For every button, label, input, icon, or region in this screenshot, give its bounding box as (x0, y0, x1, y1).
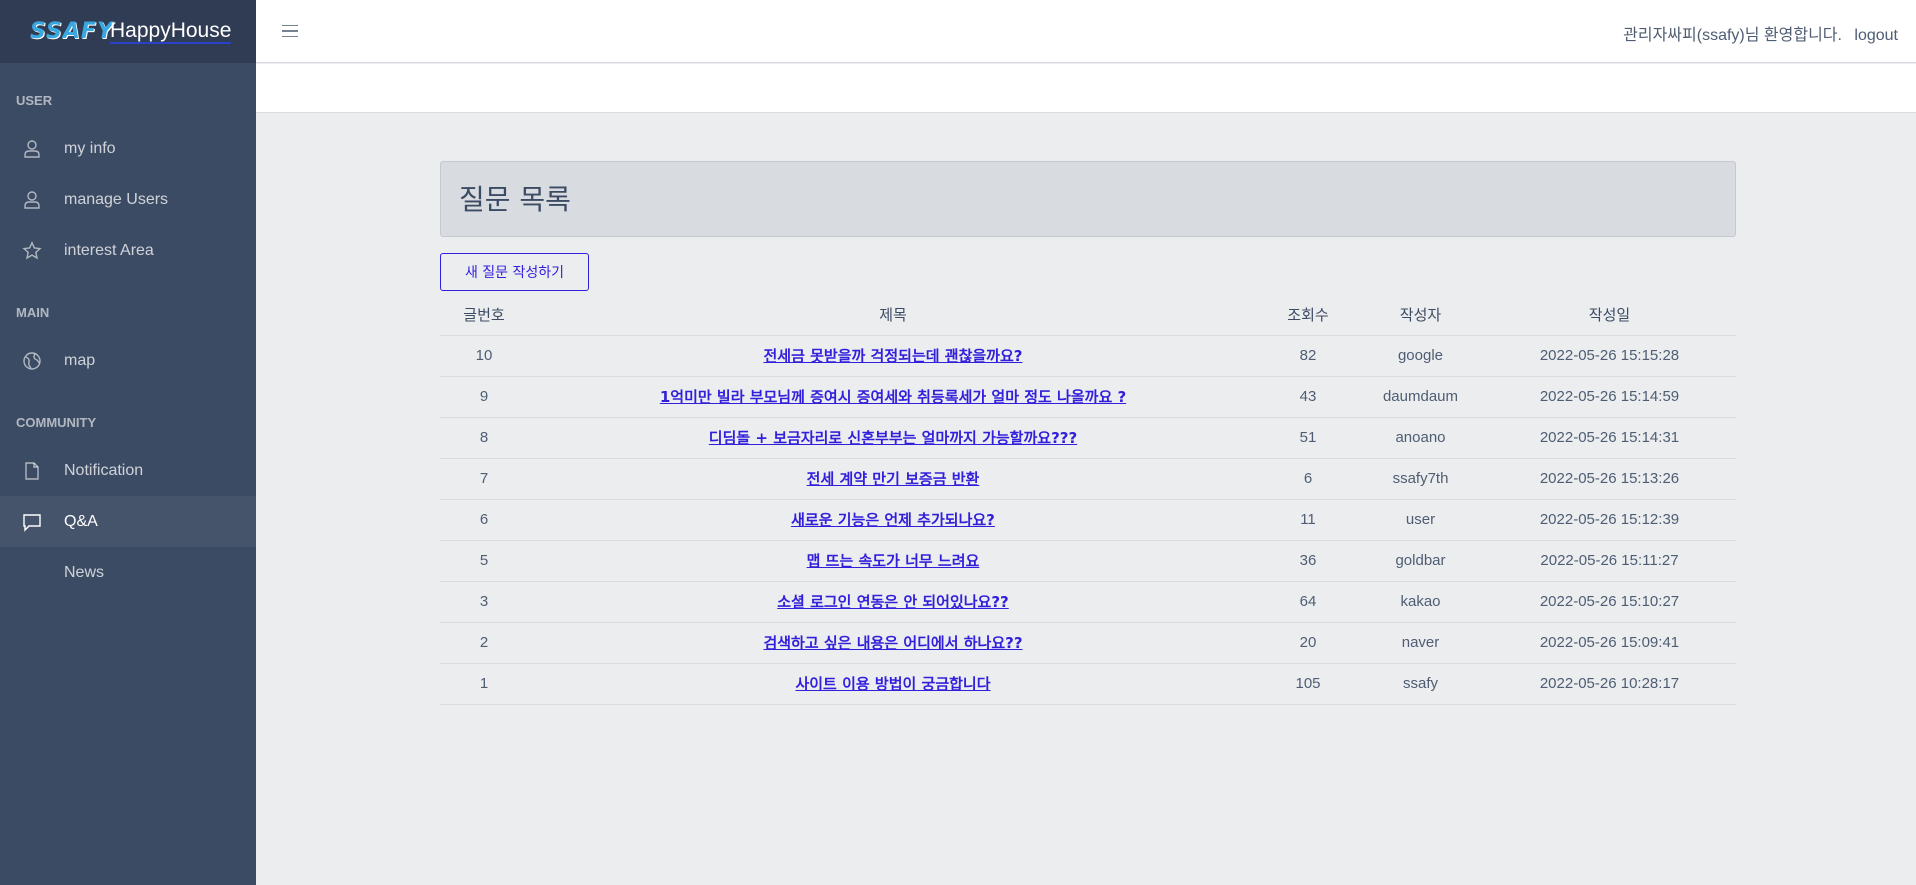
sidebar-item-label: Notification (64, 461, 144, 479)
sidebar-item-qna[interactable]: Q&A (0, 496, 256, 547)
table-row: 7 전세 계약 만기 보증금 반환 6 ssafy7th 2022-05-26 … (440, 457, 1736, 499)
cell-author: kakao (1358, 580, 1483, 622)
nav-title-community: COMMUNITY (16, 415, 97, 430)
brand-name: HappyHouse (110, 18, 232, 44)
cell-no: 9 (440, 375, 528, 417)
column-header-title: 제목 (879, 306, 907, 325)
cell-no: 3 (440, 580, 528, 622)
question-title-link[interactable]: 전세금 못받을까 걱정되는데 괜찮을까요? (764, 347, 1023, 365)
question-title-link[interactable]: 검색하고 싶은 내용은 어디에서 하나요?? (763, 634, 1022, 652)
cell-author: goldbar (1358, 539, 1483, 581)
cell-author: daumdaum (1358, 375, 1483, 417)
cell-author: google (1358, 334, 1483, 376)
cell-date: 2022-05-26 15:15:28 (1483, 334, 1736, 376)
star-icon (20, 239, 44, 263)
question-title-link[interactable]: 소셜 로그인 연동은 안 되어있나요?? (777, 593, 1009, 611)
cell-no: 8 (440, 416, 528, 458)
question-table: 글번호 제목 조회수 작성자 작성일 10 전세금 못받을까 걱정되는데 괜찮을… (440, 295, 1736, 705)
cell-author: user (1358, 498, 1483, 540)
cell-views: 64 (1258, 580, 1358, 622)
question-title-link[interactable]: 맵 뜨는 속도가 너무 느려요 (807, 552, 980, 570)
sidebar-item-label: map (64, 351, 96, 369)
question-title-link[interactable]: 새로운 기능은 언제 추가되나요? (791, 511, 995, 529)
table-row: 3 소셜 로그인 연동은 안 되어있나요?? 64 kakao 2022-05-… (440, 580, 1736, 622)
sidebar-item-label: interest Area (64, 241, 154, 259)
cell-no: 6 (440, 498, 528, 540)
cell-views: 51 (1258, 416, 1358, 458)
cell-author: anoano (1358, 416, 1483, 458)
cell-views: 43 (1258, 375, 1358, 417)
cell-no: 2 (440, 621, 528, 663)
header-user: 관리자싸피(ssafy)님 환영합니다. logout (1623, 21, 1898, 45)
sidebar-item-my-info[interactable]: my info (0, 123, 256, 174)
cell-date: 2022-05-26 15:14:31 (1483, 416, 1736, 458)
user-icon (20, 137, 44, 161)
question-title-link[interactable]: 사이트 이용 방법이 궁금합니다 (795, 675, 990, 693)
file-icon (20, 459, 44, 483)
subheader (256, 64, 1916, 113)
column-header-author: 작성자 (1399, 306, 1442, 325)
sidebar-item-manage-users[interactable]: manage Users (0, 174, 256, 225)
sidebar: SSAFY HappyHouse USER my info manage Use… (0, 0, 256, 885)
column-header-no: 글번호 (463, 306, 505, 325)
cell-views: 82 (1258, 334, 1358, 376)
header: 관리자싸피(ssafy)님 환영합니다. logout (256, 0, 1916, 63)
sidebar-item-label: my info (64, 139, 116, 157)
page-title-box: 질문 목록 (440, 161, 1736, 237)
cell-no: 7 (440, 457, 528, 499)
table-row: 8 디딤돌 + 보금자리로 신혼부부는 얼마까지 가능할까요??? 51 ano… (440, 416, 1736, 458)
new-question-button[interactable]: 새 질문 작성하기 (440, 253, 589, 291)
greeting-text: 관리자싸피(ssafy)님 환영합니다. (1623, 27, 1842, 44)
question-title-link[interactable]: 전세 계약 만기 보증금 반환 (807, 470, 980, 488)
sidebar-item-map[interactable]: map (0, 335, 256, 386)
brand[interactable]: SSAFY HappyHouse (0, 0, 256, 63)
cell-date: 2022-05-26 15:13:26 (1483, 457, 1736, 499)
sidebar-item-label: manage Users (64, 190, 169, 208)
cell-date: 2022-05-26 15:14:59 (1483, 375, 1736, 417)
cell-views: 36 (1258, 539, 1358, 581)
cell-no: 5 (440, 539, 528, 581)
column-header-date: 작성일 (1588, 306, 1631, 325)
user-icon (20, 188, 44, 212)
cell-author: naver (1358, 621, 1483, 663)
cell-views: 6 (1258, 457, 1358, 499)
table-header: 글번호 제목 조회수 작성자 작성일 (440, 295, 1736, 335)
cell-views: 11 (1258, 498, 1358, 540)
nav-title-user: USER (16, 93, 53, 108)
cell-no: 10 (440, 334, 528, 376)
cell-no: 1 (440, 662, 528, 705)
sidebar-item-news[interactable]: News (0, 547, 256, 598)
column-header-views: 조회수 (1287, 306, 1329, 325)
brand-logo: SSAFY (30, 19, 114, 44)
sidebar-item-interest-area[interactable]: interest Area (0, 225, 256, 276)
cell-author: ssafy (1358, 662, 1483, 705)
sidebar-item-notification[interactable]: Notification (0, 445, 256, 496)
sidebar-item-label: News (64, 563, 105, 581)
menu-toggle-icon[interactable] (282, 20, 298, 42)
table-row: 1 사이트 이용 방법이 궁금합니다 105 ssafy 2022-05-26 … (440, 662, 1736, 705)
sidebar-item-label: Q&A (64, 512, 98, 530)
globe-icon (20, 349, 44, 373)
table-row: 2 검색하고 싶은 내용은 어디에서 하나요?? 20 naver 2022-0… (440, 621, 1736, 663)
page-title: 질문 목록 (459, 183, 571, 216)
cell-views: 20 (1258, 621, 1358, 663)
cell-views: 105 (1258, 662, 1358, 705)
cell-date: 2022-05-26 15:12:39 (1483, 498, 1736, 540)
speech-icon (20, 510, 44, 534)
table-row: 5 맵 뜨는 속도가 너무 느려요 36 goldbar 2022-05-26 … (440, 539, 1736, 581)
cell-date: 2022-05-26 15:09:41 (1483, 621, 1736, 663)
logout-link[interactable]: logout (1854, 27, 1898, 44)
cell-date: 2022-05-26 10:28:17 (1483, 662, 1736, 705)
nav-title-main: MAIN (16, 305, 50, 320)
cell-author: ssafy7th (1358, 457, 1483, 499)
table-row: 9 1억미만 빌라 부모님께 증여시 증여세와 취등록세가 얼마 정도 나올까요… (440, 375, 1736, 417)
cell-date: 2022-05-26 15:10:27 (1483, 580, 1736, 622)
cell-date: 2022-05-26 15:11:27 (1483, 539, 1736, 581)
table-row: 6 새로운 기능은 언제 추가되나요? 11 user 2022-05-26 1… (440, 498, 1736, 540)
table-row: 10 전세금 못받을까 걱정되는데 괜찮을까요? 82 google 2022-… (440, 334, 1736, 376)
question-title-link[interactable]: 1억미만 빌라 부모님께 증여시 증여세와 취등록세가 얼마 정도 나올까요 ? (660, 388, 1126, 406)
question-title-link[interactable]: 디딤돌 + 보금자리로 신혼부부는 얼마까지 가능할까요??? (709, 429, 1077, 447)
